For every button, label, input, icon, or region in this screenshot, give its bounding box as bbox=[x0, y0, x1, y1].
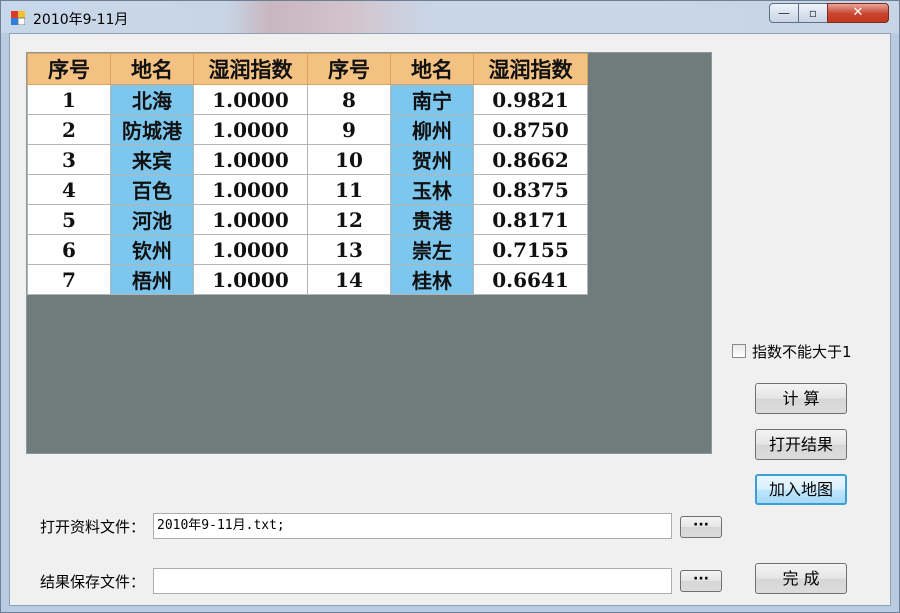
place-name-cell[interactable]: 防城港 bbox=[110, 114, 194, 145]
humidity-index-cell[interactable]: 0.9821 bbox=[473, 84, 588, 115]
table-row[interactable]: 1 北海 1.0000 8 南宁 0.9821 bbox=[27, 84, 588, 115]
finish-button[interactable]: 完 成 bbox=[755, 563, 847, 594]
place-name-cell[interactable]: 贵港 bbox=[390, 204, 474, 235]
humidity-index-cell[interactable]: 1.0000 bbox=[193, 84, 308, 115]
humidity-index-cell[interactable]: 1.0000 bbox=[193, 144, 308, 175]
index-cell[interactable]: 4 bbox=[27, 174, 111, 205]
index-cell[interactable]: 8 bbox=[307, 84, 391, 115]
browse-output-button[interactable]: ··· bbox=[680, 570, 722, 592]
humidity-index-cell[interactable]: 1.0000 bbox=[193, 234, 308, 265]
index-cell[interactable]: 13 bbox=[307, 234, 391, 265]
place-name-cell[interactable]: 桂林 bbox=[390, 264, 474, 295]
minimize-icon: — bbox=[778, 6, 790, 20]
index-cell[interactable]: 5 bbox=[27, 204, 111, 235]
place-name-cell[interactable]: 河池 bbox=[110, 204, 194, 235]
app-window: 2010年9-11月 — ▫ ✕ 序号 地名 湿润指数 序号 地名 湿润指数 1… bbox=[0, 0, 900, 613]
place-name-cell[interactable]: 来宾 bbox=[110, 144, 194, 175]
app-icon bbox=[11, 11, 25, 25]
input-file-field[interactable]: 2010年9-11月.txt; bbox=[153, 513, 672, 539]
humidity-index-cell[interactable]: 1.0000 bbox=[193, 174, 308, 205]
place-name-cell[interactable]: 玉林 bbox=[390, 174, 474, 205]
index-cell[interactable]: 7 bbox=[27, 264, 111, 295]
place-name-cell[interactable]: 贺州 bbox=[390, 144, 474, 175]
data-grid-area[interactable]: 序号 地名 湿润指数 序号 地名 湿润指数 1 北海 1.0000 8 南宁 0.9821… bbox=[26, 52, 712, 454]
index-cell[interactable]: 11 bbox=[307, 174, 391, 205]
column-header[interactable]: 湿润指数 bbox=[193, 53, 308, 85]
humidity-index-cell[interactable]: 1.0000 bbox=[193, 264, 308, 295]
cap-index-label: 指数不能大于1 bbox=[752, 343, 852, 361]
humidity-table[interactable]: 序号 地名 湿润指数 序号 地名 湿润指数 1 北海 1.0000 8 南宁 0.9821… bbox=[27, 53, 588, 295]
table-row[interactable]: 2 防城港 1.0000 9 柳州 0.8750 bbox=[27, 114, 588, 145]
close-button[interactable]: ✕ bbox=[827, 3, 889, 23]
table-row[interactable]: 7 梧州 1.0000 14 桂林 0.6641 bbox=[27, 264, 588, 295]
maximize-icon: ▫ bbox=[808, 6, 818, 20]
table-row[interactable]: 6 钦州 1.0000 13 崇左 0.7155 bbox=[27, 234, 588, 265]
calculate-button[interactable]: 计 算 bbox=[755, 383, 847, 414]
index-cell[interactable]: 1 bbox=[27, 84, 111, 115]
column-header[interactable]: 地名 bbox=[390, 53, 474, 85]
humidity-index-cell[interactable]: 0.8171 bbox=[473, 204, 588, 235]
open-result-button[interactable]: 打开结果 bbox=[755, 429, 847, 460]
index-cell[interactable]: 12 bbox=[307, 204, 391, 235]
column-header[interactable]: 地名 bbox=[110, 53, 194, 85]
place-name-cell[interactable]: 梧州 bbox=[110, 264, 194, 295]
column-header[interactable]: 序号 bbox=[27, 53, 111, 85]
humidity-index-cell[interactable]: 1.0000 bbox=[193, 114, 308, 145]
table-row[interactable]: 3 来宾 1.0000 10 贺州 0.8662 bbox=[27, 144, 588, 175]
place-name-cell[interactable]: 北海 bbox=[110, 84, 194, 115]
table-row[interactable]: 5 河池 1.0000 12 贵港 0.8171 bbox=[27, 204, 588, 235]
humidity-index-cell[interactable]: 0.8662 bbox=[473, 144, 588, 175]
index-cell[interactable]: 3 bbox=[27, 144, 111, 175]
index-cell[interactable]: 10 bbox=[307, 144, 391, 175]
form-client-area: 序号 地名 湿润指数 序号 地名 湿润指数 1 北海 1.0000 8 南宁 0.9821… bbox=[9, 33, 891, 606]
close-icon: ✕ bbox=[852, 5, 864, 20]
table-row[interactable]: 4 百色 1.0000 11 玉林 0.8375 bbox=[27, 174, 588, 205]
cap-index-checkbox[interactable] bbox=[732, 344, 746, 358]
place-name-cell[interactable]: 南宁 bbox=[390, 84, 474, 115]
maximize-button[interactable]: ▫ bbox=[798, 3, 828, 23]
column-header[interactable]: 序号 bbox=[307, 53, 391, 85]
humidity-index-cell[interactable]: 0.8375 bbox=[473, 174, 588, 205]
table-header-row: 序号 地名 湿润指数 序号 地名 湿润指数 bbox=[27, 53, 588, 85]
column-header[interactable]: 湿润指数 bbox=[473, 53, 588, 85]
humidity-index-cell[interactable]: 0.6641 bbox=[473, 264, 588, 295]
window-title: 2010年9-11月 bbox=[33, 12, 129, 28]
humidity-index-cell[interactable]: 0.8750 bbox=[473, 114, 588, 145]
output-file-label: 结果保存文件： bbox=[40, 573, 146, 591]
place-name-cell[interactable]: 钦州 bbox=[110, 234, 194, 265]
index-cell[interactable]: 2 bbox=[27, 114, 111, 145]
humidity-index-cell[interactable]: 0.7155 bbox=[473, 234, 588, 265]
add-to-map-button[interactable]: 加入地图 bbox=[755, 474, 847, 505]
title-bar[interactable]: 2010年9-11月 — ▫ ✕ bbox=[1, 1, 899, 33]
browse-input-button[interactable]: ··· bbox=[680, 516, 722, 538]
index-cell[interactable]: 9 bbox=[307, 114, 391, 145]
output-file-field[interactable] bbox=[153, 568, 672, 594]
index-cell[interactable]: 14 bbox=[307, 264, 391, 295]
humidity-index-cell[interactable]: 1.0000 bbox=[193, 204, 308, 235]
index-cell[interactable]: 6 bbox=[27, 234, 111, 265]
place-name-cell[interactable]: 崇左 bbox=[390, 234, 474, 265]
place-name-cell[interactable]: 百色 bbox=[110, 174, 194, 205]
input-file-label: 打开资料文件： bbox=[40, 518, 146, 536]
place-name-cell[interactable]: 柳州 bbox=[390, 114, 474, 145]
minimize-button[interactable]: — bbox=[769, 3, 799, 23]
